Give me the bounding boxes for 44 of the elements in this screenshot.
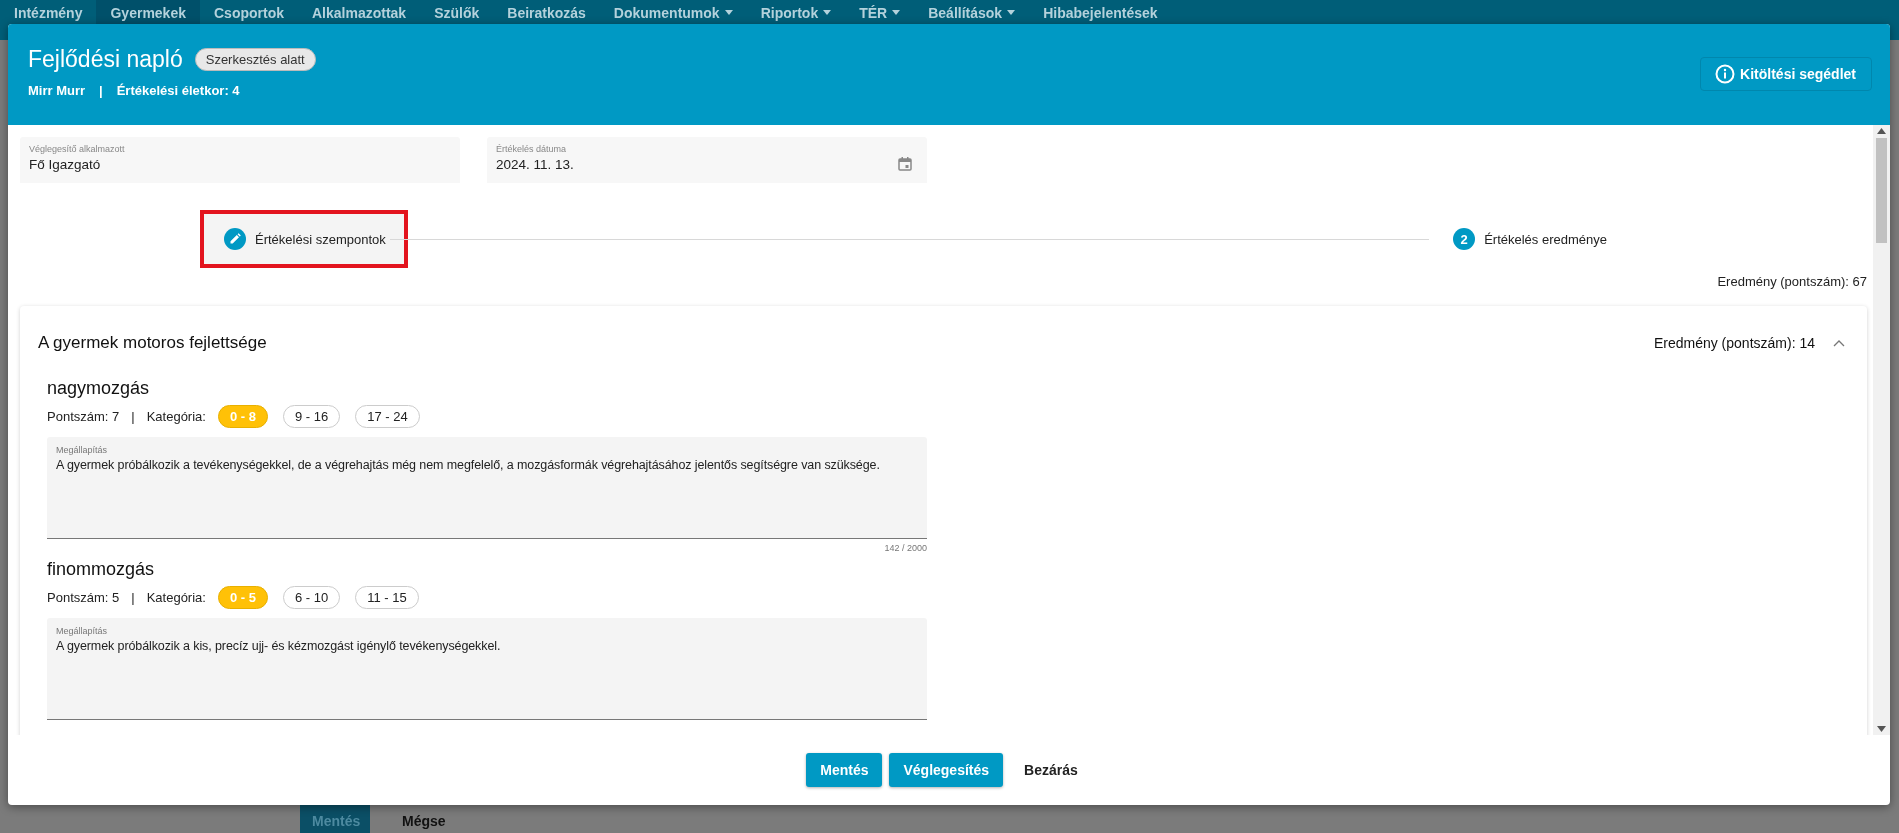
separator-text: | [131, 590, 135, 605]
category-chip[interactable]: 17 - 24 [355, 405, 420, 428]
calendar-icon [897, 155, 913, 172]
category-label: Kategória: [146, 409, 206, 424]
score-text: Pontszám: 5 [47, 590, 120, 605]
date-field[interactable]: Értékelés dátuma 2024. 11. 13. [487, 137, 927, 183]
category-chip[interactable]: 11 - 15 [355, 586, 419, 609]
subtitle-text: Mirr Murr [28, 83, 86, 98]
category-chip[interactable]: 6 - 10 [282, 586, 341, 609]
section-result: Eredmény (pontszám): 14 [1653, 335, 1815, 351]
info-icon [1715, 64, 1736, 84]
category-chip[interactable]: 9 - 16 [282, 405, 341, 428]
nav-item[interactable]: TÉR [845, 0, 915, 40]
criterion-title: finommozgás [47, 559, 156, 580]
character-counter: 142 / 2000 [884, 543, 927, 553]
footer-button[interactable]: Véglegesítés [889, 753, 1004, 787]
footer-button[interactable]: Bezárás [1010, 753, 1092, 787]
criterion-title: nagymozgás [47, 378, 151, 399]
separator-text: | [131, 409, 135, 424]
nav-item[interactable]: Beállítások [914, 0, 1030, 40]
scroll-down-icon[interactable] [1877, 726, 1886, 732]
dialog-title: Fejlődési napló [28, 46, 183, 73]
score-text: Pontszám: 7 [47, 409, 120, 424]
scrollbar-thumb[interactable] [1876, 138, 1887, 243]
cancel-button[interactable]: Mégse [390, 801, 458, 833]
chevron-up-icon[interactable] [1833, 339, 1845, 347]
text-field[interactable]: Véglegesítő alkalmazott Fő Igazgató [20, 137, 460, 183]
status-badge: Szerkesztés alatt [194, 48, 316, 71]
category-label: Kategória: [146, 590, 206, 605]
section-title: A gyermek motoros fejlettsége [38, 333, 267, 353]
scroll-up-icon[interactable] [1877, 128, 1886, 134]
pencil-icon [224, 228, 246, 250]
subtitle-text: Értékelési életkor: 4 [116, 83, 240, 98]
stepper-step[interactable]: Értékelési szempontok [200, 210, 408, 268]
finding-textarea[interactable]: Megállapítás A gyermek próbálkozik a kis, precíz ujj- és kézmozgást igénylő tevékenységekkel. [47, 618, 927, 720]
total-result: Eredmény (pontszám): 67 [1716, 274, 1867, 289]
stepper-step[interactable]: 2 Értékelés eredménye [1429, 210, 1629, 268]
subtitle-text: | [99, 83, 103, 98]
scrollbar[interactable] [1873, 125, 1890, 735]
help-button[interactable]: Kitöltési segédlet [1700, 57, 1872, 91]
footer-button[interactable]: Mentés [806, 753, 883, 787]
nav-item[interactable]: Dokumentumok [599, 0, 747, 40]
finding-textarea[interactable]: Megállapítás A gyermek próbálkozik a tevékenységekkel, de a végrehajtás még nem megfelelő, a mozgásformák végrehajtásához jelentős segítségre van szüksége. [47, 437, 927, 539]
nav-item[interactable]: Riportok [746, 0, 846, 40]
